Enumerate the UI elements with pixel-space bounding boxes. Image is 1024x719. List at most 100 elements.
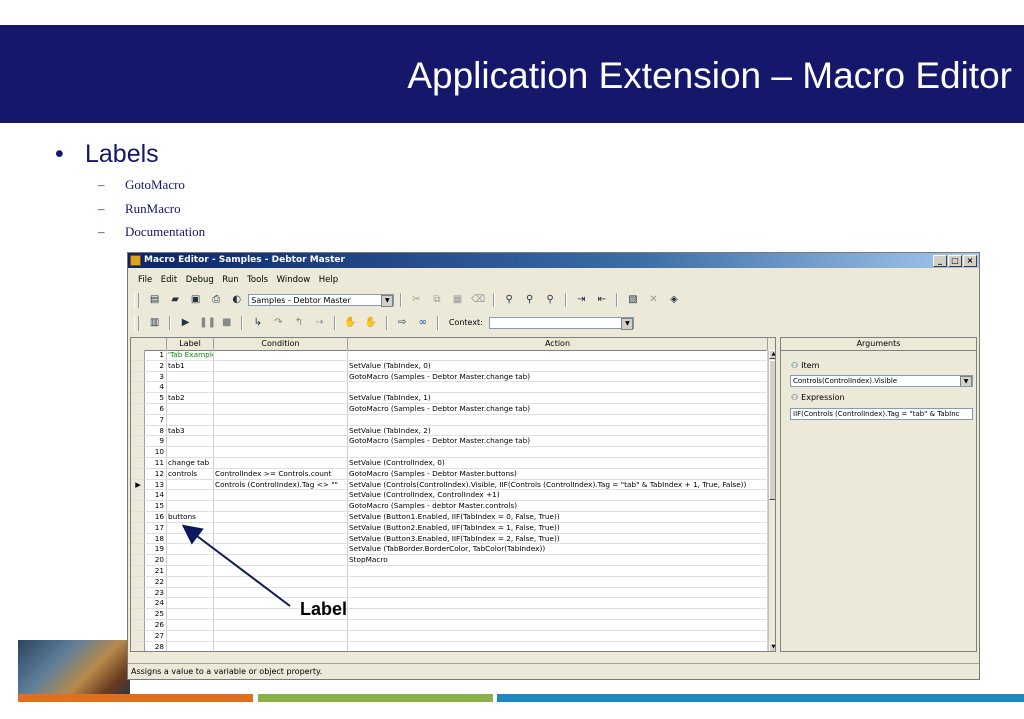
row-selector[interactable] bbox=[131, 425, 145, 437]
row-selector[interactable] bbox=[131, 360, 145, 372]
label-cell[interactable] bbox=[167, 404, 214, 415]
label-cell[interactable] bbox=[167, 479, 214, 491]
action-cell[interactable]: SetValue (Button1.Enabled, IIF(TabIndex … bbox=[348, 512, 768, 523]
table-row[interactable]: 27 bbox=[131, 630, 775, 642]
table-row[interactable]: 11 change tab SetValue (ControlIndex, 0) bbox=[131, 458, 775, 469]
table-row[interactable]: 8 tab3 SetValue (TabIndex, 2) bbox=[131, 425, 775, 437]
clear-breakpoints-icon[interactable]: ✋ bbox=[364, 316, 378, 330]
table-row[interactable]: 17 SetValue (Button2.Enabled, IIF(TabInde… bbox=[131, 522, 775, 534]
action-cell[interactable] bbox=[348, 630, 768, 642]
label-cell[interactable] bbox=[167, 620, 214, 631]
action-cell[interactable]: GotoMacro (Samples - debtor Master.contr… bbox=[348, 501, 768, 512]
label-cell[interactable] bbox=[167, 533, 214, 545]
row-selector[interactable] bbox=[131, 566, 145, 577]
condition-cell[interactable] bbox=[214, 382, 348, 394]
table-row[interactable]: 21 bbox=[131, 566, 775, 577]
condition-cell[interactable] bbox=[214, 641, 348, 651]
context-select[interactable]: ▼ bbox=[489, 317, 635, 330]
row-selector[interactable] bbox=[131, 393, 145, 404]
menu-window[interactable]: Window bbox=[277, 273, 311, 287]
expression-field[interactable]: IIF(Controls (ControlIndex).Tag = "tab" … bbox=[790, 408, 973, 420]
row-selector[interactable] bbox=[131, 501, 145, 512]
label-cell[interactable] bbox=[167, 555, 214, 566]
condition-cell[interactable] bbox=[214, 371, 348, 383]
insert-row-icon[interactable]: ⇥ bbox=[574, 293, 588, 307]
condition-cell[interactable] bbox=[214, 630, 348, 642]
condition-cell[interactable] bbox=[214, 393, 348, 404]
menu-tools[interactable]: Tools bbox=[247, 273, 268, 287]
action-cell[interactable] bbox=[348, 447, 768, 458]
maximize-button[interactable]: □ bbox=[948, 255, 962, 267]
print-icon[interactable]: ⎙ bbox=[209, 293, 223, 307]
action-cell[interactable] bbox=[348, 641, 768, 651]
label-cell[interactable] bbox=[167, 382, 214, 394]
label-cell[interactable] bbox=[167, 414, 214, 426]
condition-cell[interactable] bbox=[214, 404, 348, 415]
row-selector[interactable] bbox=[131, 630, 145, 642]
macro-icon[interactable]: ▥ bbox=[148, 316, 162, 330]
header-action[interactable]: Action bbox=[348, 338, 768, 350]
action-cell[interactable]: SetValue (ControlIndex, 0) bbox=[348, 458, 768, 469]
table-row[interactable]: 3 GotoMacro (Samples - Debtor Master.chan… bbox=[131, 371, 775, 383]
row-selector[interactable] bbox=[131, 555, 145, 566]
row-selector[interactable] bbox=[131, 587, 145, 599]
label-cell[interactable] bbox=[167, 587, 214, 599]
table-row[interactable]: 7 bbox=[131, 414, 775, 426]
row-selector[interactable]: ▶ bbox=[131, 479, 145, 491]
menu-edit[interactable]: Edit bbox=[161, 273, 177, 287]
table-row[interactable]: 18 SetValue (Button3.Enabled, IIF(TabInde… bbox=[131, 533, 775, 545]
find-next-icon[interactable]: ⚲ bbox=[523, 293, 537, 307]
stop-icon[interactable]: ■ bbox=[220, 316, 234, 330]
action-cell[interactable] bbox=[348, 414, 768, 426]
condition-cell[interactable] bbox=[214, 566, 348, 577]
build-icon[interactable]: ▧ bbox=[626, 293, 640, 307]
label-cell[interactable] bbox=[167, 490, 214, 502]
table-row[interactable]: 20 StopMacro bbox=[131, 555, 775, 566]
close-button[interactable]: × bbox=[963, 255, 977, 267]
toolbar-grip[interactable] bbox=[134, 293, 139, 308]
label-cell[interactable]: tab2 bbox=[167, 393, 214, 404]
row-selector[interactable] bbox=[131, 598, 145, 610]
row-selector[interactable] bbox=[131, 490, 145, 502]
row-selector[interactable] bbox=[131, 404, 145, 415]
cut-icon[interactable]: ✂ bbox=[409, 293, 423, 307]
menu-help[interactable]: Help bbox=[319, 273, 338, 287]
label-cell[interactable] bbox=[167, 522, 214, 534]
action-cell[interactable] bbox=[348, 566, 768, 577]
breakpoint-icon[interactable]: ✋ bbox=[344, 316, 358, 330]
label-cell[interactable] bbox=[167, 641, 214, 651]
table-row[interactable]: 1 'Tab Example bbox=[131, 350, 775, 361]
table-row[interactable]: 14 SetValue (ControlIndex, ControlIndex +… bbox=[131, 490, 775, 502]
condition-cell[interactable] bbox=[214, 501, 348, 512]
label-cell[interactable] bbox=[167, 566, 214, 577]
table-row[interactable]: 10 bbox=[131, 447, 775, 458]
properties-icon[interactable]: ◐ bbox=[230, 293, 244, 307]
condition-cell[interactable] bbox=[214, 436, 348, 448]
label-cell[interactable]: 'Tab Example bbox=[167, 350, 214, 361]
new-icon[interactable]: ▤ bbox=[148, 293, 162, 307]
menu-debug[interactable]: Debug bbox=[186, 273, 214, 287]
vertical-scrollbar[interactable]: ▲ ▼ bbox=[768, 350, 775, 651]
condition-cell[interactable] bbox=[214, 447, 348, 458]
condition-cell[interactable] bbox=[214, 620, 348, 631]
label-cell[interactable]: change tab bbox=[167, 458, 214, 469]
condition-cell[interactable] bbox=[214, 425, 348, 437]
table-row[interactable]: 23 bbox=[131, 587, 775, 599]
condition-cell[interactable] bbox=[214, 360, 348, 372]
scroll-down-icon[interactable]: ▼ bbox=[769, 643, 775, 651]
label-cell[interactable] bbox=[167, 436, 214, 448]
table-row[interactable]: 25 bbox=[131, 609, 775, 620]
action-cell[interactable]: SetValue (ControlIndex, ControlIndex +1) bbox=[348, 490, 768, 502]
table-row[interactable]: 4 bbox=[131, 382, 775, 394]
header-label[interactable]: Label bbox=[167, 338, 214, 350]
pause-icon[interactable]: ❚❚ bbox=[199, 316, 216, 330]
table-row[interactable]: 16 buttons SetValue (Button1.Enabled, IIF(… bbox=[131, 512, 775, 523]
chevron-down-icon[interactable]: ▼ bbox=[621, 318, 634, 330]
copy-icon[interactable]: ⧉ bbox=[430, 293, 444, 307]
action-cell[interactable]: SetValue (TabBorder.BorderColor, TabColo… bbox=[348, 544, 768, 556]
minimize-button[interactable]: _ bbox=[933, 255, 947, 267]
action-cell[interactable]: SetValue (Button2.Enabled, IIF(TabIndex … bbox=[348, 522, 768, 534]
action-cell[interactable] bbox=[348, 576, 768, 588]
eraser-icon[interactable]: ⌫ bbox=[471, 293, 485, 307]
step-out-icon[interactable]: ↰ bbox=[292, 316, 306, 330]
